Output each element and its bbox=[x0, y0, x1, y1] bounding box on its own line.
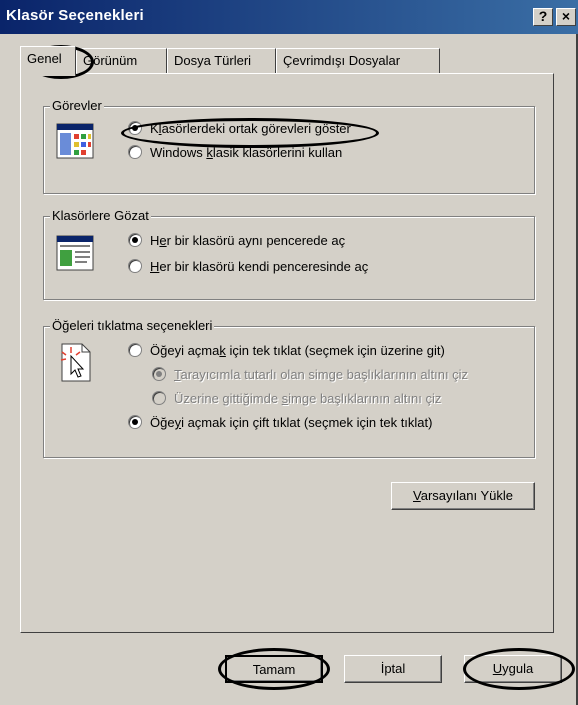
double-click-option[interactable]: Öğeyi açmak için çift tıklat (seçmek içi… bbox=[128, 415, 432, 430]
tab-view[interactable]: Görünüm bbox=[76, 48, 167, 74]
cancel-button[interactable]: İptal bbox=[344, 655, 442, 683]
underline-browser-option[interactable]: Tarayıcımla tutarlı olan simge başlıklar… bbox=[152, 367, 468, 382]
title-bar[interactable]: Klasör Seçenekleri ? × bbox=[0, 0, 578, 34]
ok-button[interactable]: Tamam bbox=[225, 655, 323, 683]
tasks-group: Görevler Klasörlerdeki ortak görevleri g… bbox=[43, 98, 535, 194]
classic-folders-radio[interactable] bbox=[128, 145, 142, 159]
button-accel: U bbox=[492, 661, 503, 676]
own-window-option[interactable]: Her bir klasörü kendi penceresinde aç bbox=[128, 259, 368, 274]
underline-hover-radio[interactable] bbox=[152, 391, 166, 405]
apply-button[interactable]: Uygula bbox=[464, 655, 562, 683]
browse-group-label: Klasörlere Gözat bbox=[50, 208, 151, 223]
click-options-group: Öğeleri tıklatma seçenekleri Öğeyi açmak… bbox=[43, 318, 535, 458]
same-window-option[interactable]: Her bir klasörü aynı pencerede aç bbox=[128, 233, 345, 248]
show-common-tasks-option[interactable]: Klasörlerdeki ortak görevleri göster bbox=[128, 121, 351, 136]
underline-hover-option[interactable]: Üzerine gittiğimde simge başlıklarının a… bbox=[152, 391, 441, 406]
option-text: lasik klasörlerini kullan bbox=[212, 145, 343, 160]
option-text: i açmak için çift tıklat (seçmek için te… bbox=[181, 415, 433, 430]
window-title: Klasör Seçenekleri bbox=[6, 7, 144, 24]
option-text: K bbox=[150, 121, 159, 136]
show-common-tasks-radio[interactable] bbox=[128, 121, 142, 135]
option-text: H bbox=[150, 233, 160, 248]
option-text: er bir klasörü kendi penceresinde aç bbox=[159, 259, 369, 274]
option-text: için tek tıklat (seçmek için üzerine git… bbox=[225, 343, 445, 358]
browse-window-icon bbox=[56, 235, 94, 271]
click-options-group-label: Öğeleri tıklatma seçenekleri bbox=[50, 318, 215, 333]
double-click-radio[interactable] bbox=[128, 415, 142, 429]
option-accel: H bbox=[150, 259, 160, 274]
help-button[interactable]: ? bbox=[533, 8, 553, 26]
option-text: r bir klasörü aynı pencerede aç bbox=[166, 233, 346, 248]
single-click-option[interactable]: Öğeyi açmak için tek tıklat (seçmek için… bbox=[128, 343, 445, 358]
own-window-radio[interactable] bbox=[128, 259, 142, 273]
button-label: arsayılanı Yükle bbox=[420, 488, 513, 503]
option-text: asörlerdeki ortak görevleri göster bbox=[161, 121, 351, 136]
folder-options-window: Klasör Seçenekleri ? × Genel Görünüm Dos… bbox=[0, 0, 578, 705]
option-text: Windows bbox=[150, 145, 207, 160]
option-text: arayıcımla tutarlı olan simge başlıkları… bbox=[180, 367, 469, 382]
option-accel: e bbox=[159, 233, 167, 248]
browse-group: Klasörlere Gözat Her bir klasörü aynı pe… bbox=[43, 208, 535, 300]
single-click-icon bbox=[60, 343, 91, 382]
same-window-radio[interactable] bbox=[128, 233, 142, 247]
classic-folders-option[interactable]: Windows klasik klasörlerini kullan bbox=[128, 145, 342, 160]
tasks-group-label: Görevler bbox=[50, 98, 104, 113]
option-text: imge başlıklarının altını çiz bbox=[288, 391, 442, 406]
underline-browser-radio[interactable] bbox=[152, 367, 166, 381]
tab-offline-files[interactable]: Çevrimdışı Dosyalar bbox=[276, 48, 440, 74]
tab-general[interactable]: Genel bbox=[20, 46, 76, 76]
restore-defaults-button[interactable]: Varsayılanı Yükle bbox=[391, 482, 535, 510]
tasks-pane-icon bbox=[56, 123, 94, 159]
option-text: Öğeyi açma bbox=[150, 343, 220, 358]
option-text: Öğe bbox=[150, 415, 175, 430]
close-button[interactable]: × bbox=[556, 8, 576, 26]
tab-file-types[interactable]: Dosya Türleri bbox=[167, 48, 276, 74]
tab-panel-general: Görevler Klasörlerdeki ortak görevleri g… bbox=[20, 73, 554, 633]
option-text: Üzerine gittiğimde bbox=[174, 391, 282, 406]
button-label: ygula bbox=[502, 661, 534, 676]
button-accel: V bbox=[413, 488, 421, 503]
single-click-radio[interactable] bbox=[128, 343, 142, 357]
